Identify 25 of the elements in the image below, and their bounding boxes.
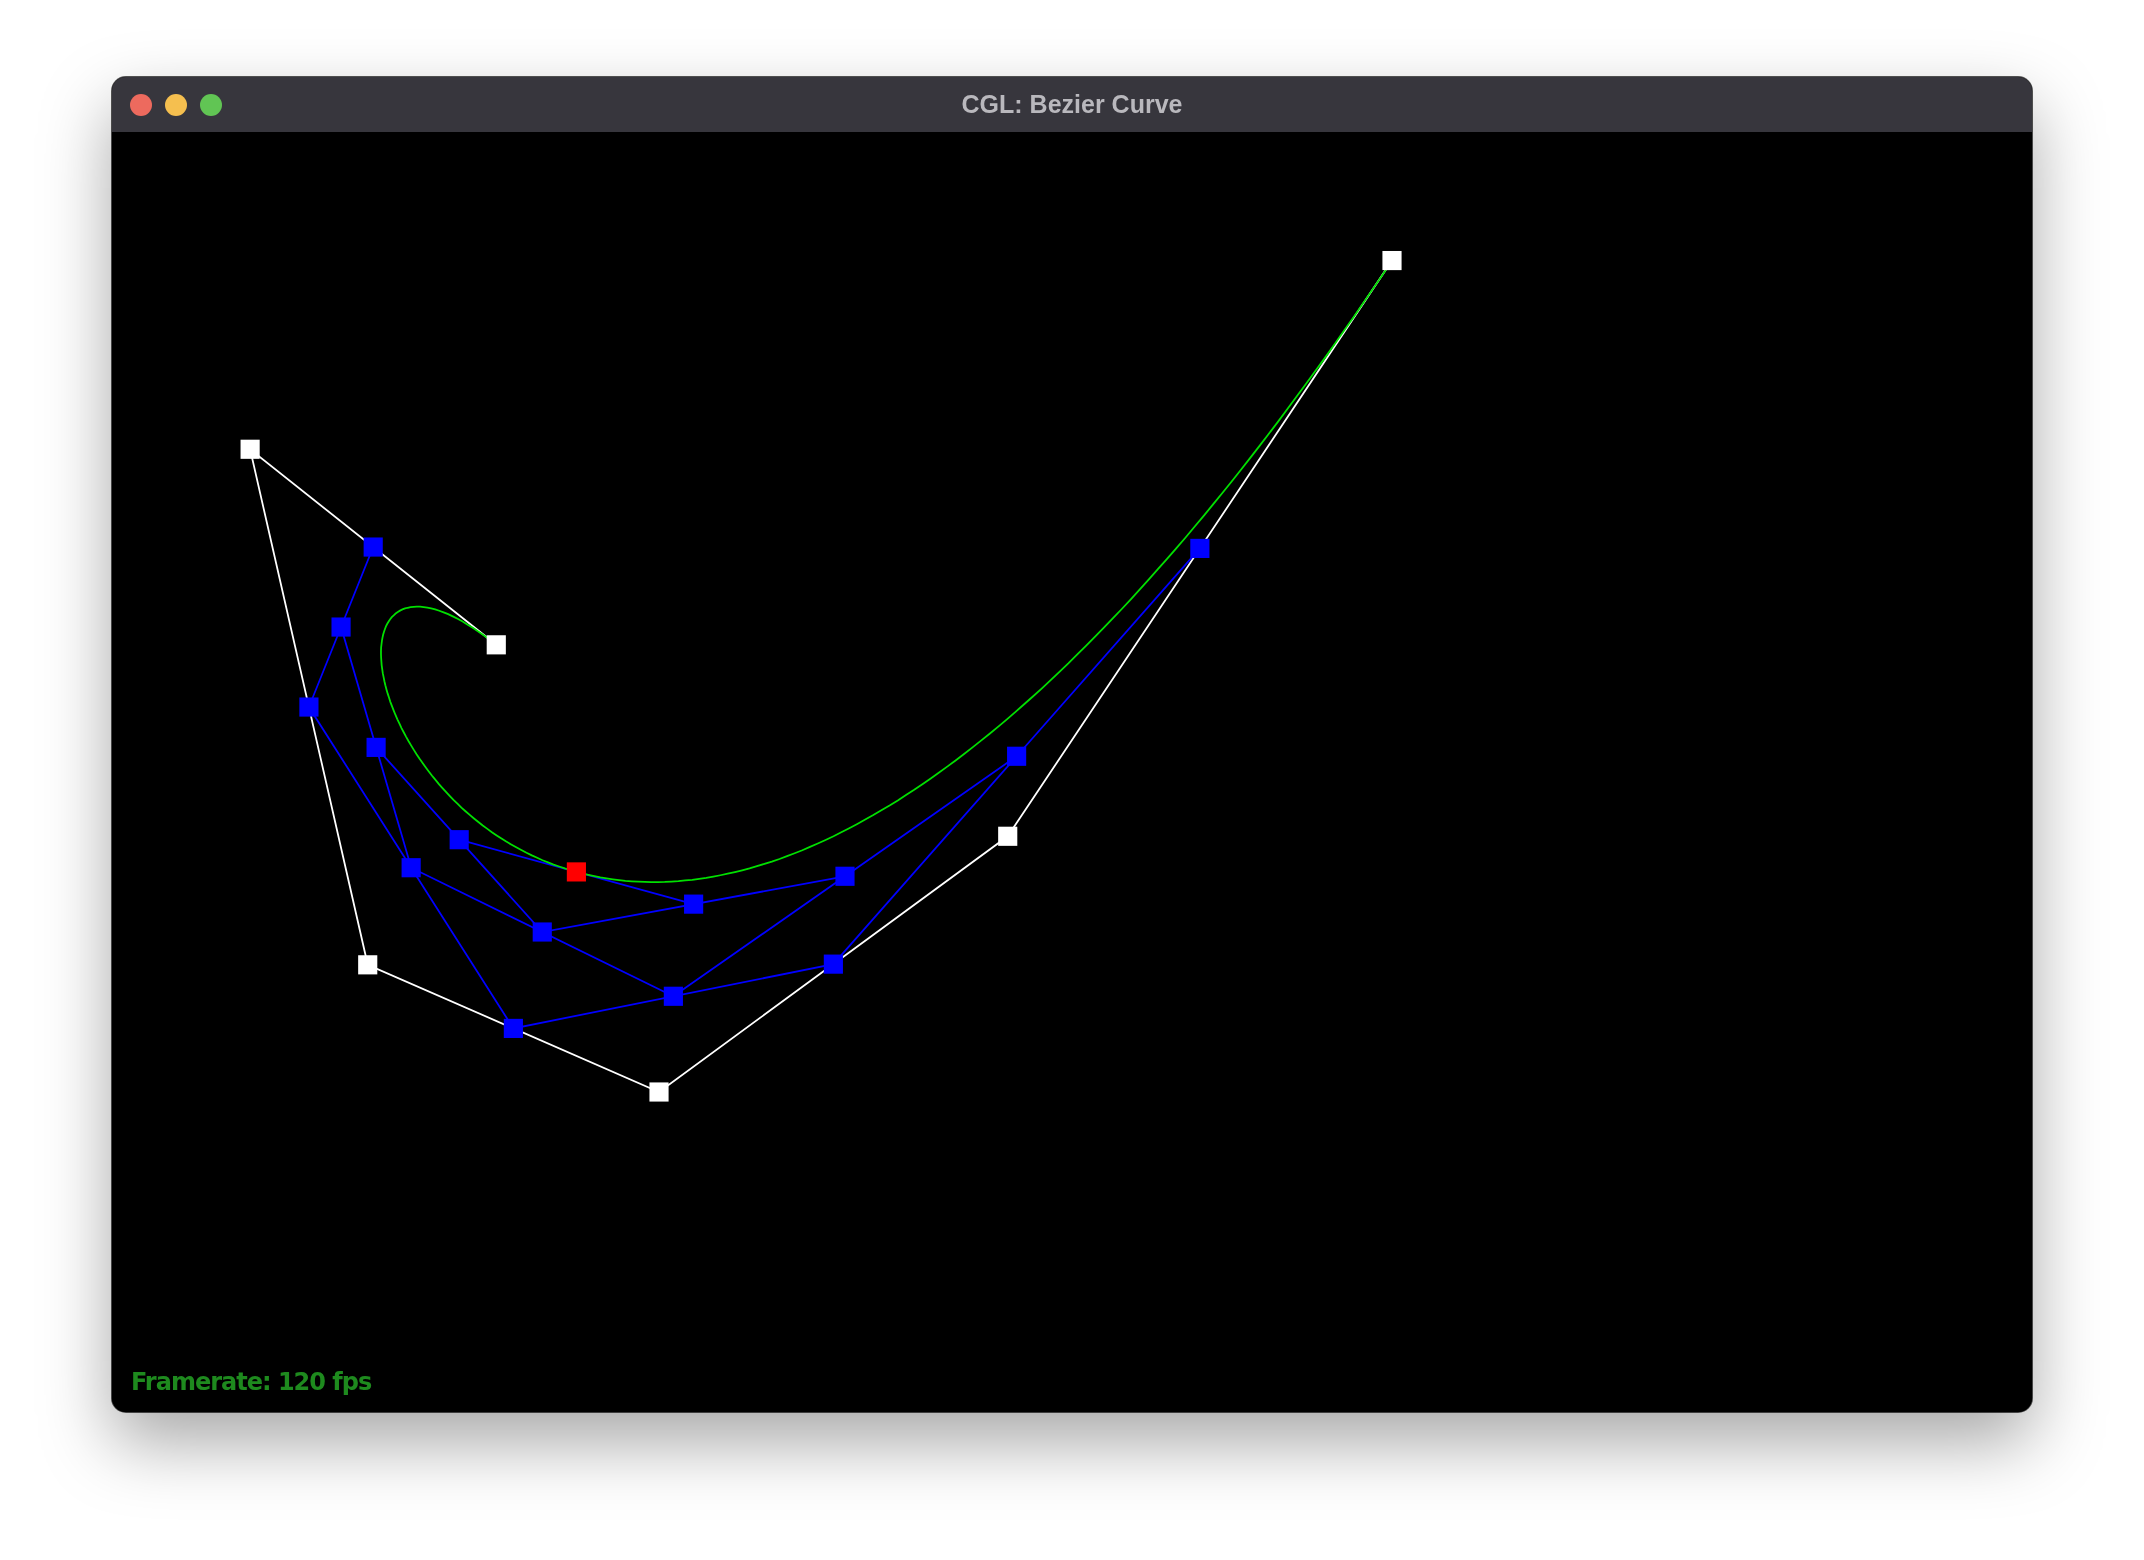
intermediate-point xyxy=(1190,538,1210,558)
control-point[interactable] xyxy=(358,955,378,975)
intermediate-point xyxy=(363,537,383,557)
window-title: CGL: Bezier Curve xyxy=(961,90,1183,119)
intermediate-point xyxy=(663,986,683,1006)
intermediate-point xyxy=(366,737,386,757)
curve-point xyxy=(566,862,586,882)
intermediate-point xyxy=(532,922,552,942)
control-point[interactable] xyxy=(240,439,260,459)
intermediate-point xyxy=(684,894,704,914)
intermediate-point xyxy=(835,866,855,886)
control-point[interactable] xyxy=(1382,250,1402,271)
close-icon[interactable] xyxy=(130,93,152,116)
zoom-icon[interactable] xyxy=(200,93,222,116)
control-point[interactable] xyxy=(486,635,506,655)
framerate-text: Framerate: 120 fps xyxy=(131,1368,372,1396)
control-point[interactable] xyxy=(998,826,1018,846)
intermediate-point xyxy=(299,697,319,717)
intermediate-point xyxy=(823,954,843,974)
minimize-icon[interactable] xyxy=(165,93,187,116)
intermediate-point xyxy=(401,858,421,878)
intermediate-point xyxy=(503,1018,523,1038)
intermediate-point xyxy=(331,617,351,637)
intermediate-point xyxy=(449,830,469,850)
intermediate-point xyxy=(1007,746,1027,766)
